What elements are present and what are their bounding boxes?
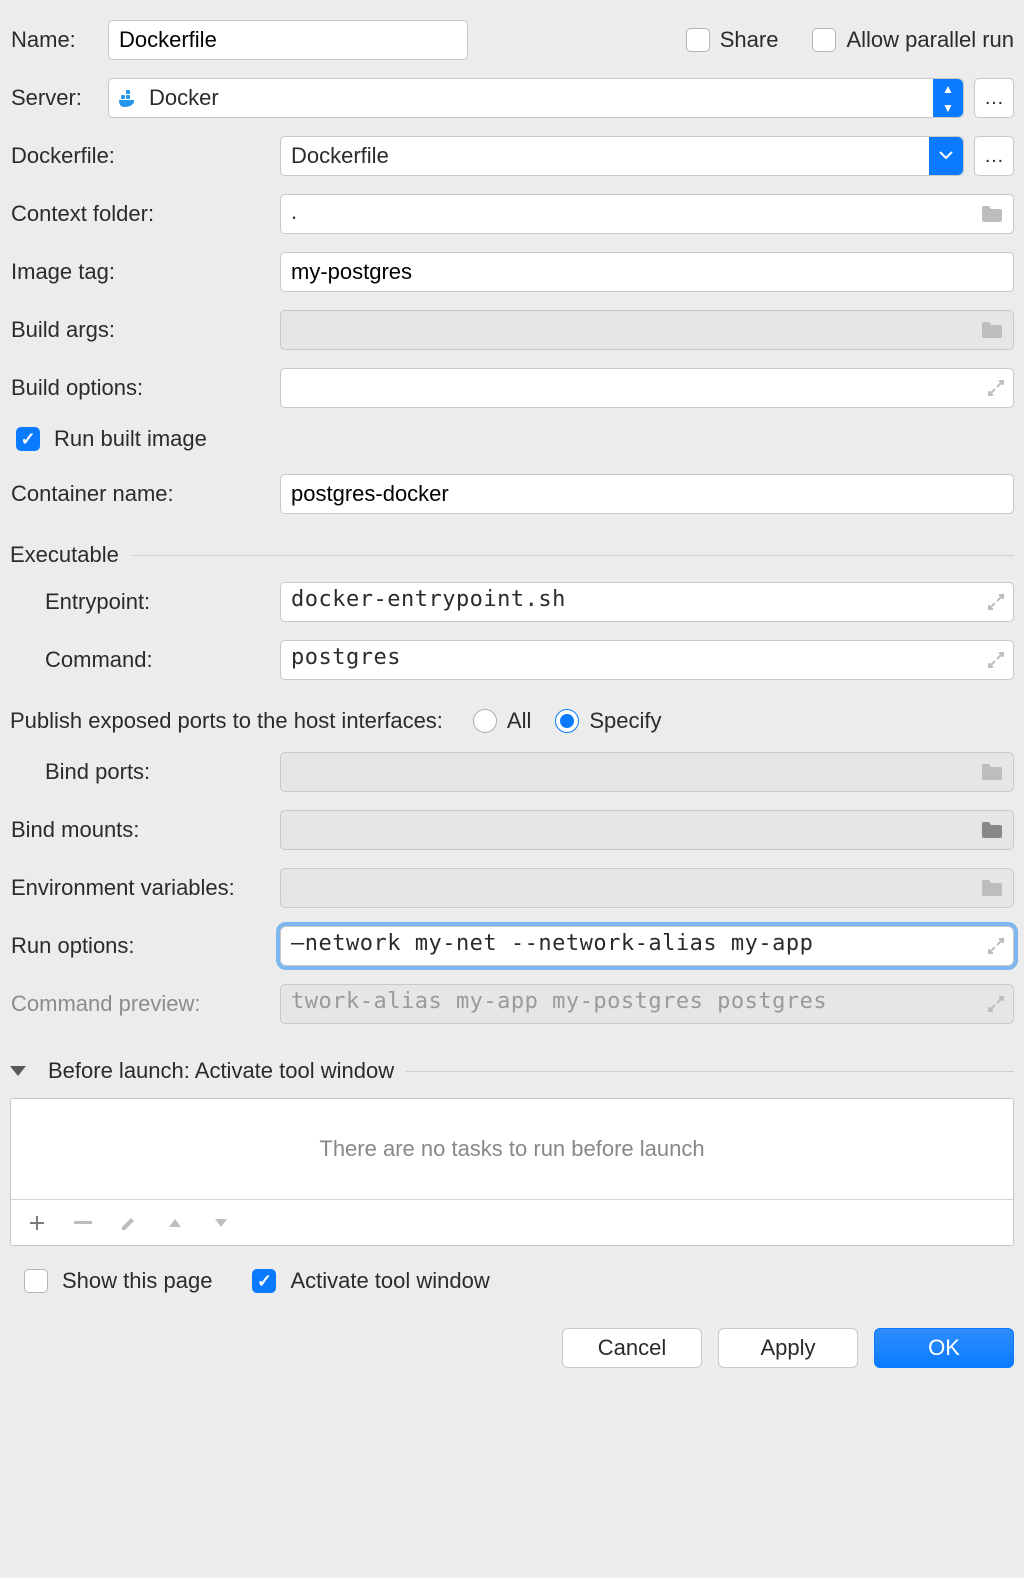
separator xyxy=(406,1071,1014,1072)
dockerfile-label: Dockerfile: xyxy=(10,143,280,169)
show-this-page-checkbox[interactable] xyxy=(24,1269,48,1293)
ok-button[interactable]: OK xyxy=(874,1328,1014,1368)
folder-icon[interactable] xyxy=(981,321,1003,339)
server-value: Docker xyxy=(149,85,219,111)
server-label: Server: xyxy=(10,85,108,111)
expand-icon[interactable] xyxy=(987,937,1005,955)
run-options-input[interactable]: –network my-net --network-alias my-app xyxy=(280,926,1014,966)
edit-task-button[interactable] xyxy=(117,1211,141,1235)
folder-icon[interactable] xyxy=(981,879,1003,897)
build-args-input[interactable] xyxy=(280,310,1014,350)
ellipsis-icon: … xyxy=(984,87,1004,110)
context-folder-input[interactable]: . xyxy=(280,194,1014,234)
chevron-up-icon: ▲ xyxy=(933,79,963,98)
share-checkbox[interactable] xyxy=(686,28,710,52)
env-vars-input[interactable] xyxy=(280,868,1014,908)
entrypoint-label: Entrypoint: xyxy=(10,589,280,615)
dockerfile-select[interactable]: Dockerfile xyxy=(280,136,964,176)
bind-mounts-label: Bind mounts: xyxy=(10,817,280,843)
disclosure-triangle-icon[interactable] xyxy=(10,1066,26,1076)
folder-icon[interactable] xyxy=(981,821,1003,839)
publish-specify-label: Specify xyxy=(589,708,661,734)
server-combo[interactable]: Docker ▲ ▼ xyxy=(108,78,964,118)
activate-tool-window-checkbox[interactable] xyxy=(252,1269,276,1293)
folder-icon[interactable] xyxy=(981,205,1003,223)
remove-task-button[interactable] xyxy=(71,1211,95,1235)
command-preview-label: Command preview: xyxy=(10,991,280,1017)
add-task-button[interactable] xyxy=(25,1211,49,1235)
executable-section-label: Executable xyxy=(10,542,119,568)
before-launch-empty-text: There are no tasks to run before launch xyxy=(11,1099,1013,1199)
publish-ports-label: Publish exposed ports to the host interf… xyxy=(10,708,443,734)
env-vars-label: Environment variables: xyxy=(10,875,280,901)
server-stepper[interactable]: ▲ ▼ xyxy=(933,79,963,117)
context-folder-label: Context folder: xyxy=(10,201,280,227)
expand-icon[interactable] xyxy=(987,651,1005,669)
ellipsis-icon: … xyxy=(984,145,1004,168)
command-preview-value: twork-alias my-app my-postgres postgres xyxy=(291,989,827,1014)
name-label: Name: xyxy=(10,27,108,53)
chevron-down-icon: ▼ xyxy=(933,98,963,117)
bind-mounts-input[interactable] xyxy=(280,810,1014,850)
build-options-input[interactable] xyxy=(280,368,1014,408)
command-value: postgres xyxy=(291,645,401,670)
run-built-image-label: Run built image xyxy=(54,426,207,452)
expand-icon[interactable] xyxy=(987,593,1005,611)
command-preview-field: twork-alias my-app my-postgres postgres xyxy=(280,984,1014,1024)
run-options-label: Run options: xyxy=(10,933,280,959)
publish-specify-radio[interactable] xyxy=(555,709,579,733)
move-down-button[interactable] xyxy=(209,1211,233,1235)
context-folder-value: . xyxy=(291,199,297,224)
dockerfile-value: Dockerfile xyxy=(291,143,389,169)
build-options-label: Build options: xyxy=(10,375,280,401)
run-options-value: –network my-net --network-alias my-app xyxy=(291,931,813,956)
docker-run-configuration-dialog: Name: Share Allow parallel run Server: D… xyxy=(0,0,1024,1380)
image-tag-label: Image tag: xyxy=(10,259,280,285)
run-built-image-checkbox[interactable] xyxy=(16,427,40,451)
command-input[interactable]: postgres xyxy=(280,640,1014,680)
docker-icon xyxy=(119,89,141,107)
entrypoint-value: docker-entrypoint.sh xyxy=(291,587,566,612)
allow-parallel-run-label: Allow parallel run xyxy=(846,27,1014,53)
server-settings-button[interactable]: … xyxy=(974,78,1014,118)
dockerfile-browse-button[interactable]: … xyxy=(974,136,1014,176)
before-launch-label: Before launch: Activate tool window xyxy=(48,1058,394,1084)
apply-button[interactable]: Apply xyxy=(718,1328,858,1368)
container-name-input[interactable] xyxy=(280,474,1014,514)
allow-parallel-run-checkbox[interactable] xyxy=(812,28,836,52)
publish-all-radio[interactable] xyxy=(473,709,497,733)
folder-icon[interactable] xyxy=(981,763,1003,781)
build-args-label: Build args: xyxy=(10,317,280,343)
bind-ports-label: Bind ports: xyxy=(10,759,280,785)
bind-ports-input[interactable] xyxy=(280,752,1014,792)
share-label: Share xyxy=(720,27,779,53)
before-launch-tasks-box: There are no tasks to run before launch xyxy=(10,1098,1014,1246)
activate-tool-window-label: Activate tool window xyxy=(290,1268,489,1294)
expand-icon[interactable] xyxy=(987,379,1005,397)
before-launch-toolbar xyxy=(11,1199,1013,1245)
image-tag-input[interactable] xyxy=(280,252,1014,292)
move-up-button[interactable] xyxy=(163,1211,187,1235)
separator xyxy=(131,555,1014,556)
cancel-button[interactable]: Cancel xyxy=(562,1328,702,1368)
command-label: Command: xyxy=(10,647,280,673)
publish-all-label: All xyxy=(507,708,531,734)
container-name-label: Container name: xyxy=(10,481,280,507)
chevron-down-icon xyxy=(929,137,963,175)
show-this-page-label: Show this page xyxy=(62,1268,212,1294)
entrypoint-input[interactable]: docker-entrypoint.sh xyxy=(280,582,1014,622)
name-input[interactable] xyxy=(108,20,468,60)
expand-icon[interactable] xyxy=(987,995,1005,1013)
